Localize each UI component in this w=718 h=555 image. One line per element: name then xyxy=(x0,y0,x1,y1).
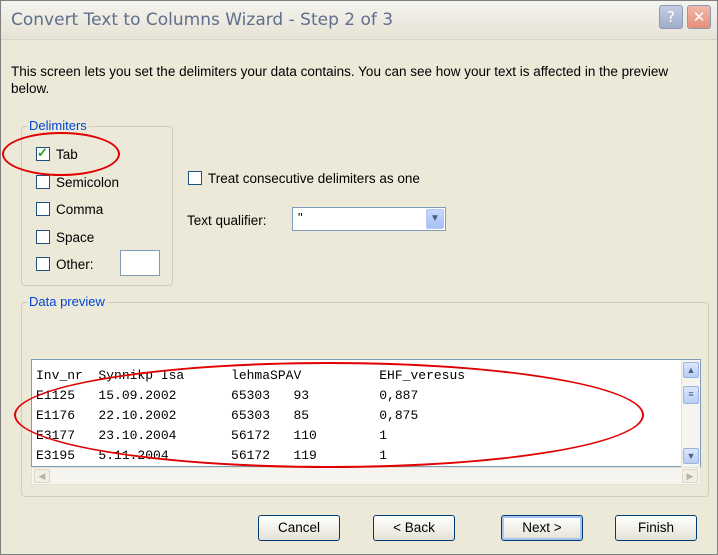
scroll-thumb[interactable]: ≡ xyxy=(683,386,699,404)
comma-checkbox[interactable]: Comma xyxy=(36,202,103,220)
help-button[interactable]: ? xyxy=(659,5,683,29)
preview-vertical-scrollbar[interactable]: ▲ ≡ ▼ xyxy=(681,360,700,467)
preview-row: E3177 23.10.2004 56172 110 1 xyxy=(36,428,388,443)
other-delimiter-input[interactable] xyxy=(120,250,160,276)
comma-checkbox-box[interactable] xyxy=(36,202,50,217)
next-button[interactable]: Next > xyxy=(501,515,583,541)
title-bar: Convert Text to Columns Wizard - Step 2 … xyxy=(1,1,717,40)
cancel-button[interactable]: Cancel xyxy=(258,515,340,541)
text-qualifier-value: " xyxy=(298,210,303,225)
scroll-up-icon[interactable]: ▲ xyxy=(683,362,699,378)
preview-row: E1125 15.09.2002 65303 93 0,887 xyxy=(36,388,419,403)
semicolon-checkbox-box[interactable] xyxy=(36,175,50,190)
scroll-left-icon[interactable]: ◀ xyxy=(34,469,50,483)
tab-checkbox-label: Tab xyxy=(56,147,78,162)
scroll-down-icon[interactable]: ▼ xyxy=(683,448,699,464)
space-checkbox-box[interactable] xyxy=(36,230,50,245)
window-title: Convert Text to Columns Wizard - Step 2 … xyxy=(11,10,394,30)
tab-checkbox-box[interactable]: ✓ xyxy=(36,145,50,162)
other-checkbox-label: Other: xyxy=(56,257,94,272)
consecutive-checkbox-label: Treat consecutive delimiters as one xyxy=(208,171,420,186)
preview-horizontal-scrollbar[interactable]: ◀ ▶ xyxy=(31,467,701,485)
close-button[interactable]: ✕ xyxy=(687,5,711,29)
preview-row: E1176 22.10.2002 65303 85 0,875 xyxy=(36,408,419,423)
close-icon: ✕ xyxy=(692,8,706,26)
other-checkbox-box[interactable] xyxy=(36,257,50,272)
consecutive-checkbox-box[interactable] xyxy=(188,171,202,186)
data-preview-area: Inv_nr Synnikp Isa lehmaSPAV EHF_veresus… xyxy=(31,359,701,467)
space-checkbox[interactable]: Space xyxy=(36,230,94,248)
text-qualifier-select[interactable]: " ▼ xyxy=(292,207,446,231)
text-qualifier-label: Text qualifier: xyxy=(187,213,267,228)
checkmark-icon: ✓ xyxy=(37,145,48,161)
scroll-right-icon[interactable]: ▶ xyxy=(682,469,698,483)
tab-checkbox[interactable]: ✓ Tab xyxy=(36,145,78,165)
delimiters-legend: Delimiters xyxy=(27,118,89,133)
space-checkbox-label: Space xyxy=(56,230,95,245)
consecutive-delimiters-checkbox[interactable]: Treat consecutive delimiters as one xyxy=(188,171,420,189)
preview-row: E3195 5.11.2004 56172 119 1 xyxy=(36,448,388,463)
preview-header-row: Inv_nr Synnikp Isa lehmaSPAV EHF_veresus xyxy=(36,368,466,383)
other-checkbox[interactable]: Other: xyxy=(36,257,94,275)
back-button[interactable]: < Back xyxy=(373,515,455,541)
help-icon: ? xyxy=(667,8,675,26)
finish-button[interactable]: Finish xyxy=(615,515,697,541)
description-text: This screen lets you set the delimiters … xyxy=(11,64,669,96)
semicolon-checkbox[interactable]: Semicolon xyxy=(36,175,119,193)
comma-checkbox-label: Comma xyxy=(56,202,104,217)
data-preview-legend: Data preview xyxy=(27,294,107,309)
wizard-dialog: Convert Text to Columns Wizard - Step 2 … xyxy=(0,0,718,555)
semicolon-checkbox-label: Semicolon xyxy=(56,175,120,190)
chevron-down-icon[interactable]: ▼ xyxy=(426,209,444,229)
